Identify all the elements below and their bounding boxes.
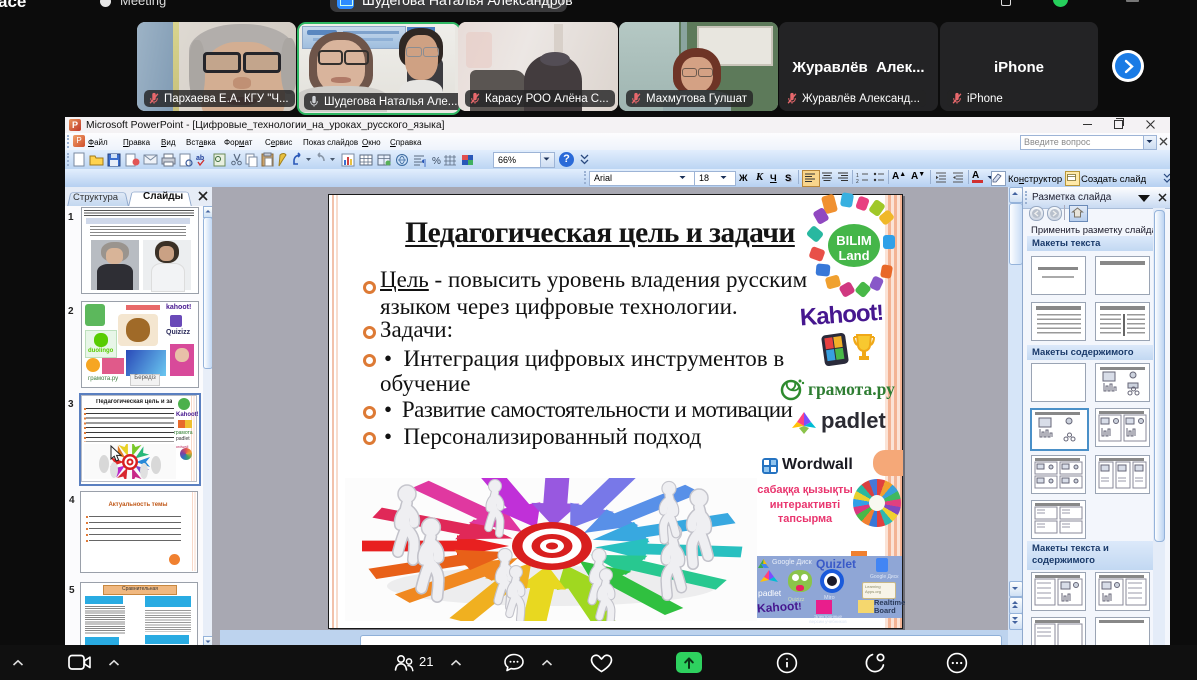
svg-text:%: % [432, 156, 441, 167]
svg-text:¶: ¶ [422, 158, 426, 167]
svg-text:2: 2 [856, 179, 859, 184]
